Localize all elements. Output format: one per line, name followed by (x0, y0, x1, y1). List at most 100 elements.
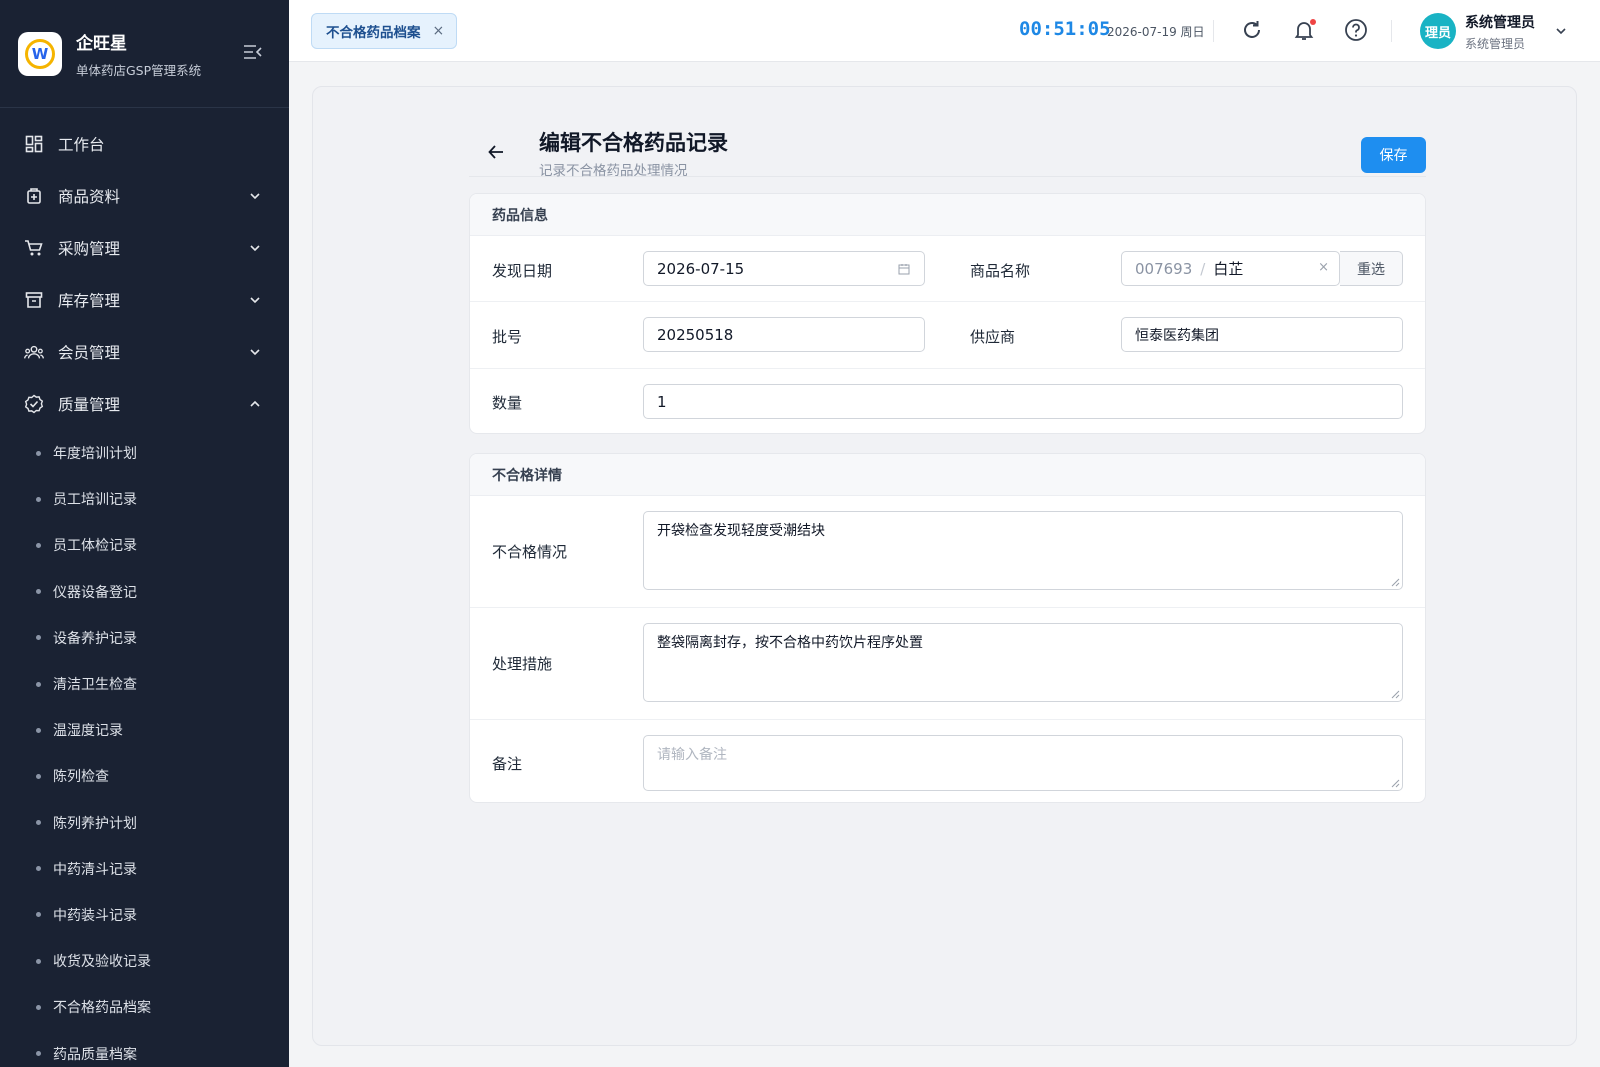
submenu-item-nonconforming[interactable]: 不合格药品档案 (0, 984, 289, 1030)
cart-icon (24, 238, 44, 258)
page-subtitle: 记录不合格药品处理情况 (539, 163, 688, 179)
supplier-value: 恒泰医药集团 (1135, 327, 1219, 344)
tab-label: 不合格药品档案 (326, 25, 421, 41)
bullet-dot (36, 589, 41, 595)
quantity-label: 数量 (492, 394, 523, 412)
product-name: 白芷 (1213, 260, 1244, 278)
product-name-label: 商品名称 (970, 262, 1031, 280)
form-row: 备注 请输入备注 (470, 720, 1425, 802)
form-row: 发现日期 2026-07-15 商品名称 007693 / 白芷 × 重选 (470, 236, 1425, 302)
app-subtitle: 单体药店GSP管理系统 (76, 62, 202, 78)
clear-icon[interactable]: × (1318, 260, 1329, 275)
nonconforming-details-card: 不合格详情 不合格情况 开袋检查发现轻度受潮结块 处理措施 整袋隔离封存，按不合… (469, 453, 1426, 803)
chevron-down-icon[interactable] (1555, 25, 1567, 37)
sidebar-item-inventory[interactable]: 库存管理 (0, 274, 289, 326)
brand-header: W 企旺星 单体药店GSP管理系统 (0, 0, 289, 108)
archive-icon (24, 290, 44, 310)
main-panel: 编辑不合格药品记录 记录不合格药品处理情况 保存 药品信息 发现日期 2026-… (312, 86, 1577, 1046)
sidebar-item-label: 质量管理 (58, 396, 121, 414)
sidebar-item-products[interactable]: 商品资料 (0, 170, 289, 222)
quantity-input[interactable]: 1 (643, 384, 1403, 419)
submenu-item-staff-training[interactable]: 员工培训记录 (0, 476, 289, 522)
remark-textarea[interactable]: 请输入备注 (643, 735, 1403, 791)
submenu-item-display-check[interactable]: 陈列检查 (0, 753, 289, 799)
chevron-down-icon (250, 297, 260, 304)
supplier-label: 供应商 (970, 328, 1016, 346)
clock: 00:51:05 (1019, 18, 1111, 40)
notification-dot (1310, 19, 1316, 25)
app-logo: W (18, 31, 62, 76)
sidebar-item-quality[interactable]: 质量管理 (0, 378, 289, 430)
logo-mark: W (25, 38, 55, 69)
bullet-dot (36, 496, 41, 502)
chevron-down-icon (250, 245, 260, 252)
submenu-item-tcm-clean[interactable]: 中药清斗记录 (0, 846, 289, 892)
submenu-item-display-plan[interactable]: 陈列养护计划 (0, 800, 289, 846)
quantity-value: 1 (657, 392, 667, 411)
product-separator: / (1200, 259, 1206, 278)
form-row: 不合格情况 开袋检查发现轻度受潮结块 (470, 496, 1425, 608)
resize-handle-icon[interactable] (1391, 690, 1400, 699)
submenu-item-annual-training[interactable]: 年度培训计划 (0, 430, 289, 476)
submenu-item-tcm-fill[interactable]: 中药装斗记录 (0, 892, 289, 938)
form-row: 数量 1 (470, 369, 1425, 433)
sidebar-item-label: 商品资料 (58, 188, 121, 206)
situation-value: 开袋检查发现轻度受潮结块 (657, 523, 825, 539)
supplier-input[interactable]: 恒泰医药集团 (1121, 317, 1403, 352)
avatar[interactable]: 理员 (1420, 13, 1456, 49)
remark-label: 备注 (492, 755, 523, 773)
bullet-dot (36, 912, 41, 918)
chevron-up-icon (250, 400, 260, 407)
divider (1213, 20, 1214, 42)
sidebar-item-label: 工作台 (58, 136, 105, 154)
sidebar-item-members[interactable]: 会员管理 (0, 326, 289, 378)
measure-label: 处理措施 (492, 655, 553, 673)
drug-info-card: 药品信息 发现日期 2026-07-15 商品名称 007693 / 白芷 × … (469, 193, 1426, 434)
badge-check-icon (24, 394, 44, 414)
resize-handle-icon[interactable] (1391, 779, 1400, 788)
medicine-box-icon (24, 186, 44, 206)
tab-nonconforming-archive[interactable]: 不合格药品档案 × (311, 13, 458, 49)
batch-input[interactable]: 20250518 (643, 317, 925, 352)
batch-label: 批号 (492, 328, 523, 346)
menu-collapse-icon[interactable] (243, 44, 263, 60)
page-header: 编辑不合格药品记录 记录不合格药品处理情况 保存 (469, 107, 1426, 179)
close-icon[interactable]: × (433, 23, 445, 39)
save-button[interactable]: 保存 (1361, 137, 1426, 173)
submenu-item-temperature[interactable]: 温湿度记录 (0, 707, 289, 753)
app-name: 企旺星 (76, 33, 127, 54)
bullet-dot (36, 727, 41, 733)
sidebar-item-label: 会员管理 (58, 344, 121, 362)
sidebar-item-purchase[interactable]: 采购管理 (0, 222, 289, 274)
bullet-dot (36, 773, 41, 779)
sidebar-item-dashboard[interactable]: 工作台 (0, 118, 289, 170)
sidebar: W 企旺星 单体药店GSP管理系统 工作台 商品资料 采购管理 库存管理 会员管… (0, 0, 289, 1067)
section-title: 不合格详情 (470, 454, 1425, 496)
user-name[interactable]: 系统管理员 (1465, 12, 1535, 32)
situation-textarea[interactable]: 开袋检查发现轻度受潮结块 (643, 511, 1403, 590)
resize-handle-icon[interactable] (1391, 578, 1400, 587)
submenu-item-staff-health[interactable]: 员工体检记录 (0, 522, 289, 568)
users-icon (24, 342, 44, 362)
found-date-input[interactable]: 2026-07-15 (643, 251, 925, 286)
submenu-item-drug-quality[interactable]: 药品质量档案 (0, 1030, 289, 1067)
product-code: 007693 (1135, 259, 1193, 278)
bullet-dot (36, 450, 41, 456)
form-row: 处理措施 整袋隔离封存，按不合格中药饮片程序处置 (470, 608, 1425, 720)
bullet-dot (36, 866, 41, 872)
bullet-dot (36, 1051, 41, 1057)
divider (1391, 20, 1392, 42)
product-select[interactable]: 007693 / 白芷 × (1121, 251, 1340, 286)
measure-textarea[interactable]: 整袋隔离封存，按不合格中药饮片程序处置 (643, 623, 1403, 702)
back-arrow-icon[interactable] (487, 143, 505, 161)
submenu-item-receiving[interactable]: 收货及验收记录 (0, 938, 289, 984)
help-icon[interactable] (1343, 17, 1369, 43)
submenu-item-cleaning[interactable]: 清洁卫生检查 (0, 661, 289, 707)
refresh-icon[interactable] (1239, 17, 1265, 43)
bullet-dot (36, 1004, 41, 1010)
topbar: 不合格药品档案 × 00:51:05 2026-07-19 周日 理员 系统管理… (289, 0, 1600, 62)
submenu-item-equipment[interactable]: 仪器设备登记 (0, 569, 289, 615)
bullet-dot (36, 820, 41, 826)
submenu-item-equipment-maintenance[interactable]: 设备养护记录 (0, 615, 289, 661)
reselect-button[interactable]: 重选 (1340, 251, 1403, 286)
